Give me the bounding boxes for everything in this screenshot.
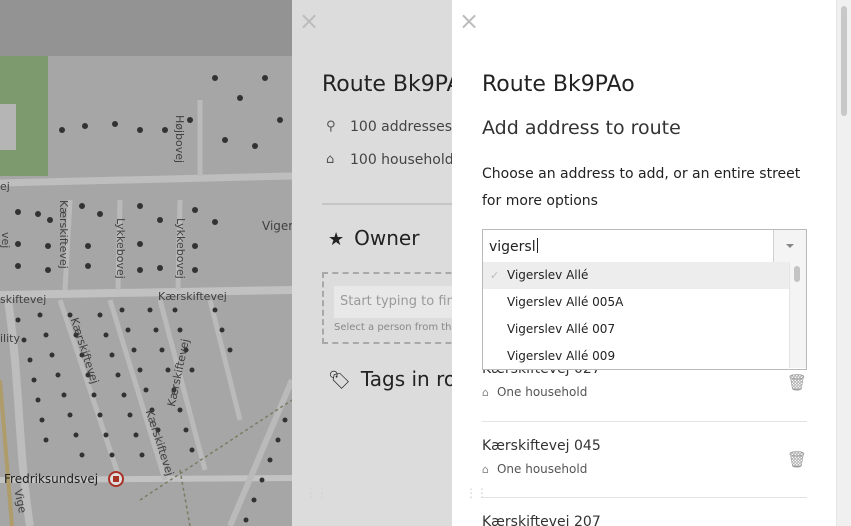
tags-heading: 🏷 Tags in rout — [328, 367, 462, 391]
panel-scrollbar[interactable] — [836, 0, 851, 526]
divider — [482, 497, 807, 498]
owner-search-input[interactable]: Start typing to find — [334, 286, 462, 318]
map-view[interactable]: Højbovej Kærskiftevej Lykkebovej Lykkebo… — [0, 0, 292, 526]
address-search-input[interactable]: vigersl — [489, 238, 538, 255]
address-item: Kærskiftevej 045 ⌂ One household 🗑 — [482, 438, 807, 476]
panel-description: Choose an address to add, or an entire s… — [482, 166, 801, 209]
star-icon: ★ — [328, 229, 345, 250]
address-households: ⌂ One household — [482, 462, 588, 476]
address-option[interactable]: Vigerslev Allé 009 — [483, 343, 791, 369]
scrollbar-thumb[interactable] — [794, 266, 800, 282]
address-option[interactable]: ✓ Vigerslev Allé — [483, 262, 791, 289]
address-item: Kærskiftevej 207 — [482, 514, 807, 526]
home-icon: ⌂ — [482, 386, 489, 399]
home-icon: ⌂ — [326, 152, 335, 167]
address-name: Kærskiftevej 207 — [482, 514, 601, 526]
route-panel-background: × Route Bk9PA ⚲ 100 addresses ⌂ 100 hous… — [292, 0, 462, 526]
scrollbar-thumb[interactable] — [841, 6, 847, 116]
map-marker-icon: ⚲ — [326, 119, 336, 134]
panel-subtitle: Add address to route — [482, 117, 681, 139]
tags-label: Tags in rout — [360, 367, 462, 391]
close-icon[interactable]: × — [459, 9, 479, 33]
route-title: Route Bk9PA — [322, 72, 462, 97]
close-icon[interactable]: × — [299, 9, 319, 33]
drag-handle-icon[interactable]: ⋮⋮ — [465, 486, 488, 500]
options-scrollbar[interactable] — [789, 262, 806, 368]
address-option[interactable]: Vigerslev Allé 005A — [483, 289, 791, 316]
address-search-select[interactable]: vigersl — [482, 229, 807, 263]
add-address-panel: × Route Bk9PAo Add address to route Choo… — [452, 0, 851, 526]
owner-hint: Select a person from the l — [334, 322, 462, 333]
address-option[interactable]: Vigerslev Allé 007 — [483, 316, 791, 343]
trash-icon[interactable]: 🗑 — [787, 450, 807, 469]
map-overlay — [0, 0, 292, 526]
check-icon: ✓ — [490, 269, 500, 282]
route-title: Route Bk9PAo — [482, 72, 635, 97]
dropdown-toggle[interactable] — [773, 230, 806, 262]
home-icon: ⌂ — [482, 463, 489, 476]
divider — [482, 421, 807, 422]
owner-dropzone: Start typing to find Select a person fro… — [322, 272, 462, 344]
household-count: ⌂ 100 households — [326, 152, 461, 168]
drag-handle-icon[interactable]: ⋮⋮ — [305, 486, 328, 500]
address-count-label: 100 addresses — [350, 119, 453, 135]
address-options-list: ✓ Vigerslev Allé Vigerslev Allé 005A Vig… — [482, 262, 807, 370]
address-households: ⌂ One household — [482, 385, 588, 399]
address-count: ⚲ 100 addresses — [326, 119, 453, 135]
tag-icon: 🏷 — [328, 370, 351, 391]
owner-heading: ★ Owner — [328, 226, 419, 250]
owner-label: Owner — [354, 226, 420, 250]
household-count-label: 100 households — [350, 152, 461, 168]
chevron-down-icon — [786, 244, 794, 248]
address-name: Kærskiftevej 045 — [482, 438, 601, 454]
divider — [322, 203, 462, 205]
trash-icon[interactable]: 🗑 — [787, 373, 807, 392]
